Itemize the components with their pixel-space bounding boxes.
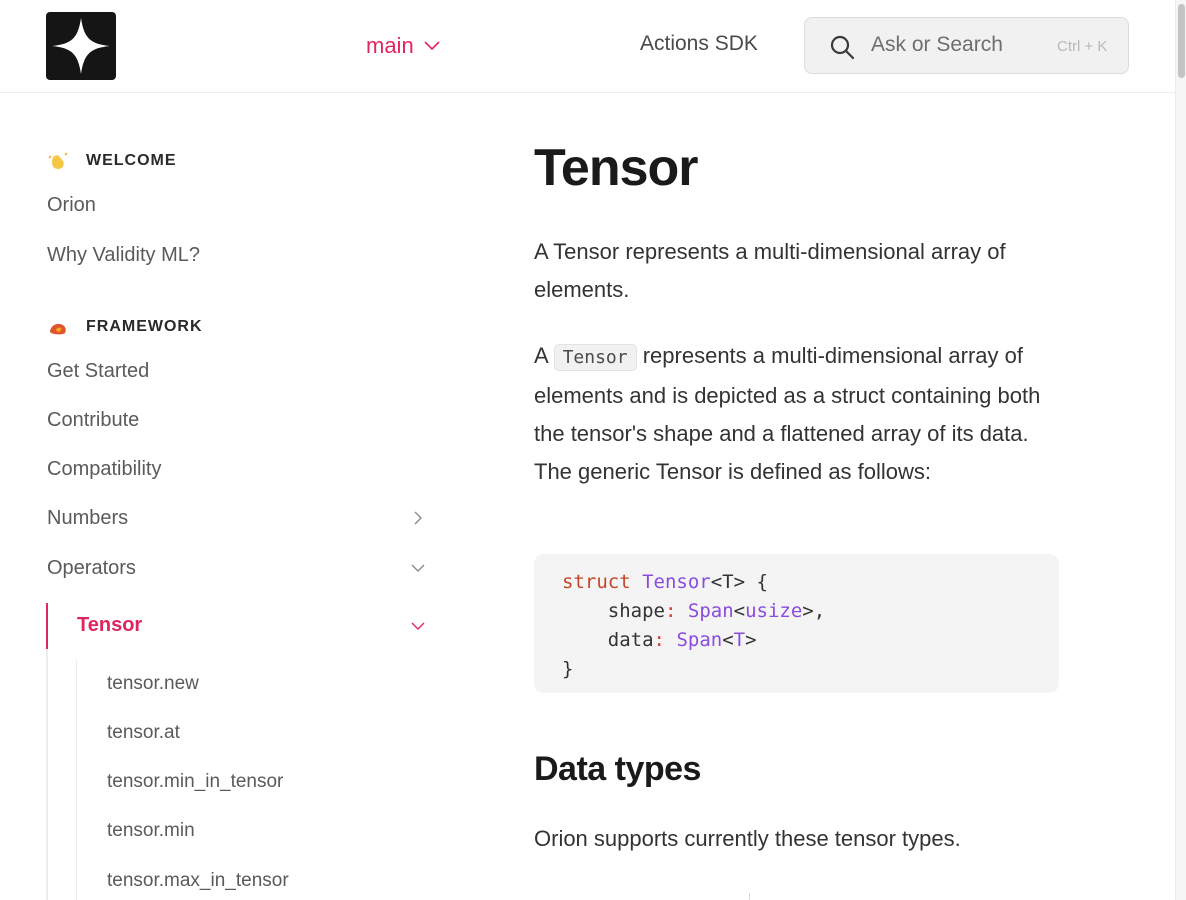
inline-code-tensor: Tensor xyxy=(553,344,637,371)
sidebar-subitem-tensor-min-in-tensor[interactable]: tensor.min_in_tensor xyxy=(107,771,283,793)
sidebar-item-get-started[interactable]: Get Started xyxy=(47,360,149,383)
logo-icon[interactable] xyxy=(46,12,116,80)
search-shortcut: Ctrl + K xyxy=(1057,38,1108,55)
sidebar-item-compatibility[interactable]: Compatibility xyxy=(47,458,161,481)
sidebar-item-orion[interactable]: Orion xyxy=(47,194,96,217)
waving-hand-icon xyxy=(48,152,68,169)
page-lead: A Tensor represents a multi-dimensional … xyxy=(534,239,1006,302)
sidebar-item-operators[interactable]: Operators xyxy=(47,557,136,580)
sidebar-item-contribute[interactable]: Contribute xyxy=(47,409,139,432)
scrollbar-thumb[interactable] xyxy=(1178,4,1185,78)
search-placeholder: Ask or Search xyxy=(871,33,1003,56)
search-icon xyxy=(830,35,855,60)
code-keyword: struct xyxy=(562,571,631,593)
chevron-right-icon[interactable] xyxy=(410,510,426,526)
sidebar-subitem-tensor-new[interactable]: tensor.new xyxy=(107,673,199,695)
code-field: shape xyxy=(607,600,665,622)
version-selector[interactable]: main xyxy=(366,33,440,59)
search-box[interactable]: Ask or Search Ctrl + K xyxy=(804,17,1129,74)
intro-paragraph: A Tensor represents a multi-dimensional … xyxy=(534,337,1054,491)
sidebar-item-tensor[interactable]: Tensor xyxy=(77,614,142,637)
section-title-welcome: WELCOME xyxy=(86,152,177,169)
data-types-paragraph: Orion supports currently these tensor ty… xyxy=(534,826,961,851)
code-line-3: data: Span<T> xyxy=(607,629,757,651)
sidebar: WELCOME Orion Why Validity ML? FRAMEWORK… xyxy=(0,93,460,900)
chevron-down-icon[interactable] xyxy=(410,560,426,576)
code-line-2: shape: Span<usize>, xyxy=(607,600,826,622)
chevron-down-icon[interactable] xyxy=(410,618,426,634)
section-title-framework: FRAMEWORK xyxy=(86,318,203,335)
code-line-4: } xyxy=(562,658,574,680)
section-heading-data-types: Data types xyxy=(534,750,701,788)
code-line-1: struct Tensor<T> { xyxy=(562,568,1031,597)
section-welcome: WELCOME xyxy=(47,152,177,170)
code-type: Span xyxy=(676,629,723,651)
top-header: main Actions SDK Ask or Search Ctrl + K xyxy=(0,0,1175,93)
sidebar-subitem-tensor-min[interactable]: tensor.min xyxy=(107,820,195,842)
code-type: Tensor xyxy=(642,571,711,593)
intro-prefix: A xyxy=(534,343,554,368)
code-field: data xyxy=(607,629,654,651)
sidebar-item-why-validity[interactable]: Why Validity ML? xyxy=(47,244,200,267)
sidebar-subitem-tensor-at[interactable]: tensor.at xyxy=(107,722,180,744)
chevron-down-icon xyxy=(424,41,440,51)
code-type: Span xyxy=(687,600,734,622)
page-scrollbar[interactable] xyxy=(1175,0,1186,900)
sidebar-item-numbers[interactable]: Numbers xyxy=(47,507,128,530)
section-framework: FRAMEWORK xyxy=(47,318,203,336)
nav-link-actions-sdk[interactable]: Actions SDK xyxy=(640,32,758,56)
flame-icon xyxy=(50,323,66,335)
sidebar-subitem-tensor-max-in-tensor[interactable]: tensor.max_in_tensor xyxy=(107,870,289,892)
version-label: main xyxy=(366,33,414,58)
code-generic: T xyxy=(733,629,746,651)
active-indicator xyxy=(46,603,48,649)
code-text: <T> { xyxy=(710,571,768,593)
code-block[interactable]: struct Tensor<T> { shape: Span<usize>, d… xyxy=(534,554,1059,693)
page-title: Tensor xyxy=(534,139,699,197)
table-divider xyxy=(749,893,750,900)
code-generic: usize xyxy=(745,600,803,622)
sub-tree-line xyxy=(76,660,77,900)
